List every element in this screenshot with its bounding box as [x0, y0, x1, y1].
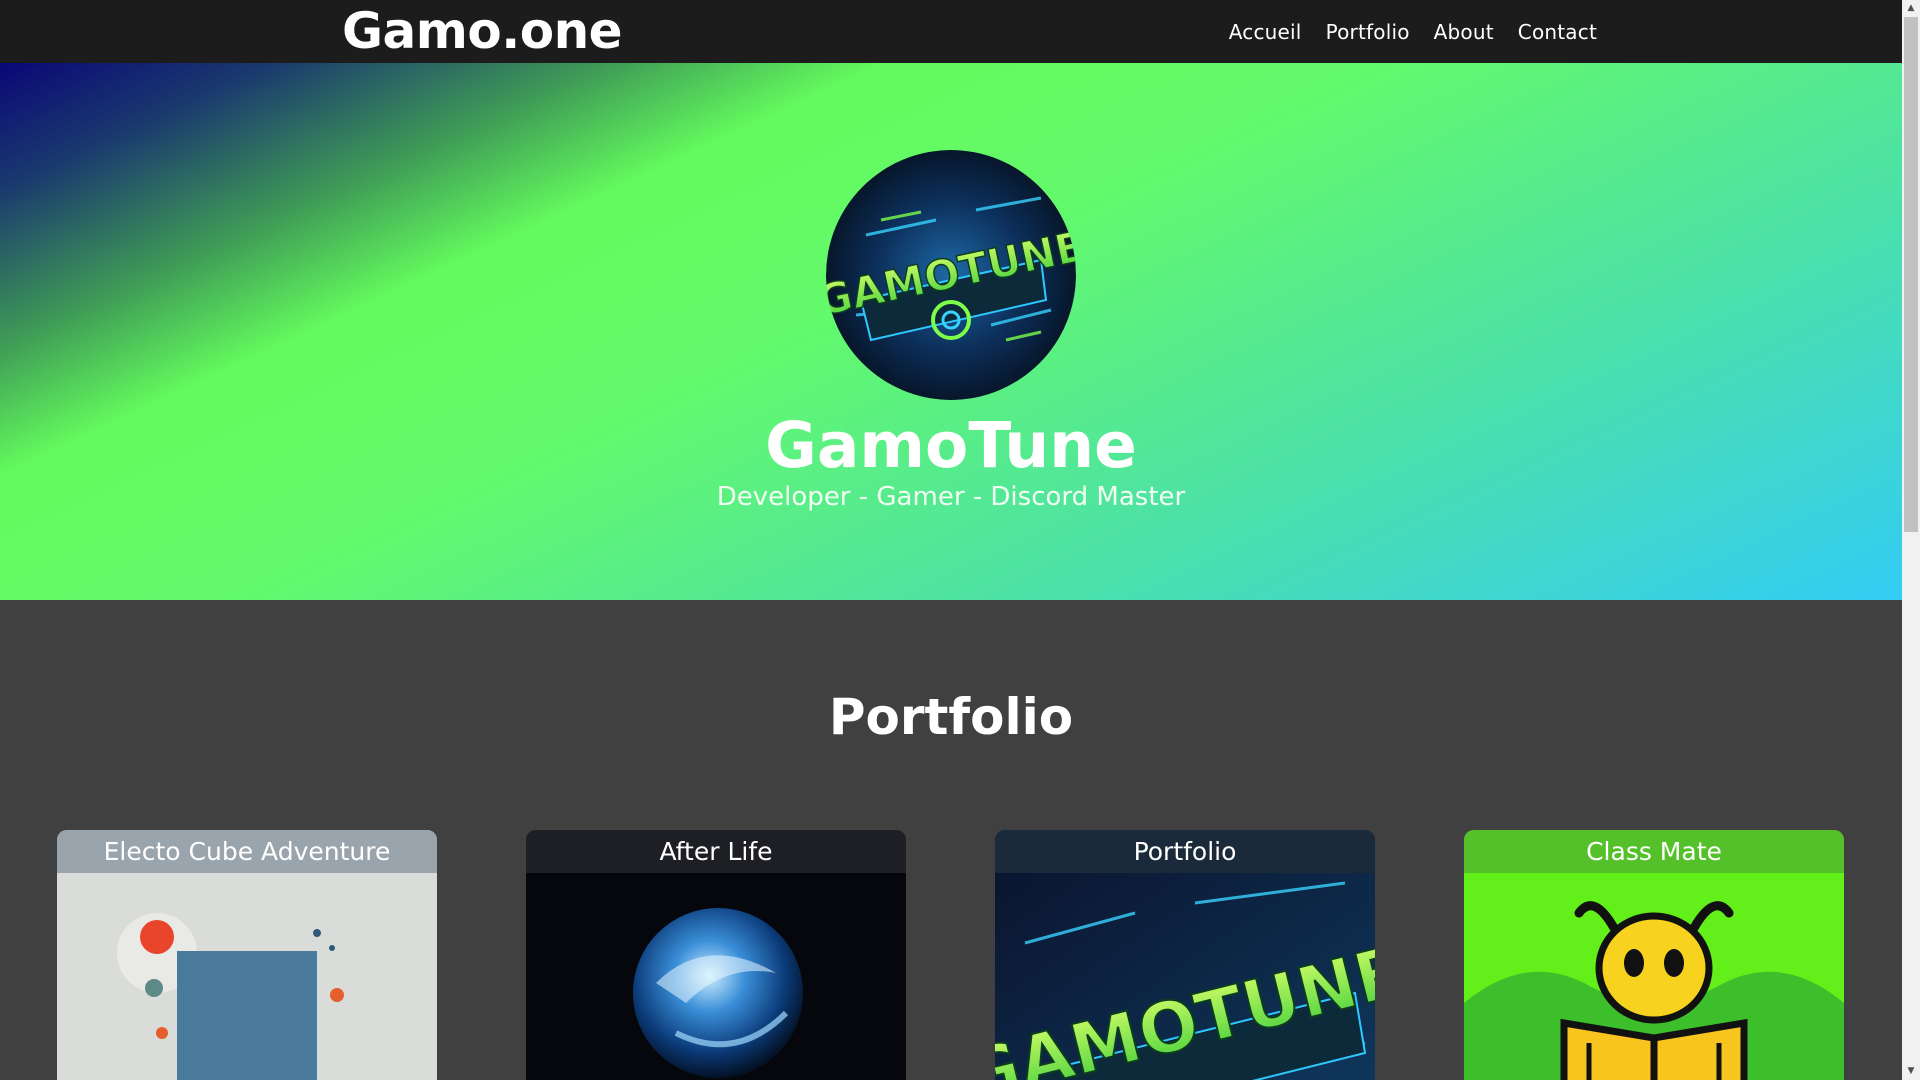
- portfolio-section-title: Portfolio: [828, 688, 1074, 746]
- electo-cube-thumbnail: [57, 873, 437, 1080]
- page: Gamo.one Accueil Portfolio About Contact: [0, 0, 1902, 1080]
- nav-links: Accueil Portfolio About Contact: [1229, 0, 1597, 63]
- scrollbar-thumb[interactable]: [1904, 17, 1918, 532]
- portfolio-card-electo-cube-adventure[interactable]: Electo Cube Adventure: [57, 830, 437, 1080]
- portfolio-card-after-life[interactable]: After Life: [526, 830, 906, 1080]
- gamotune-logo-avatar: GAMOTUNE: [826, 150, 1076, 400]
- scroll-up-arrow-icon[interactable]: ▲: [1902, 0, 1920, 17]
- portfolio-card-portfolio[interactable]: Portfolio GAMOTUNE: [995, 830, 1375, 1080]
- page-scrollbar[interactable]: ▲ ▼: [1902, 0, 1920, 1080]
- gamotune-logo-image: GAMOTUNE: [826, 150, 1076, 400]
- portfolio-card-class-mate[interactable]: Class Mate: [1464, 830, 1844, 1080]
- card-title: Class Mate: [1464, 830, 1844, 873]
- card-title: After Life: [526, 830, 906, 873]
- top-navbar: Gamo.one Accueil Portfolio About Contact: [0, 0, 1902, 63]
- nav-link-accueil[interactable]: Accueil: [1229, 20, 1302, 44]
- nav-link-contact[interactable]: Contact: [1518, 20, 1597, 44]
- hero-title: GamoTune: [765, 409, 1137, 482]
- hero-section: GAMOTUNE GamoTune Developer - Gamer - Di…: [0, 63, 1902, 600]
- class-mate-thumbnail: [1464, 873, 1844, 1080]
- card-title: Portfolio: [995, 830, 1375, 873]
- nav-link-portfolio[interactable]: Portfolio: [1326, 20, 1410, 44]
- card-title: Electo Cube Adventure: [57, 830, 437, 873]
- scroll-down-arrow-icon[interactable]: ▼: [1902, 1063, 1920, 1080]
- nav-link-about[interactable]: About: [1434, 20, 1494, 44]
- after-life-thumbnail: [526, 873, 906, 1080]
- brand-logo-link[interactable]: Gamo.one: [342, 0, 623, 63]
- hero-subtitle: Developer - Gamer - Discord Master: [716, 482, 1186, 512]
- portfolio-thumbnail: GAMOTUNE: [995, 873, 1375, 1080]
